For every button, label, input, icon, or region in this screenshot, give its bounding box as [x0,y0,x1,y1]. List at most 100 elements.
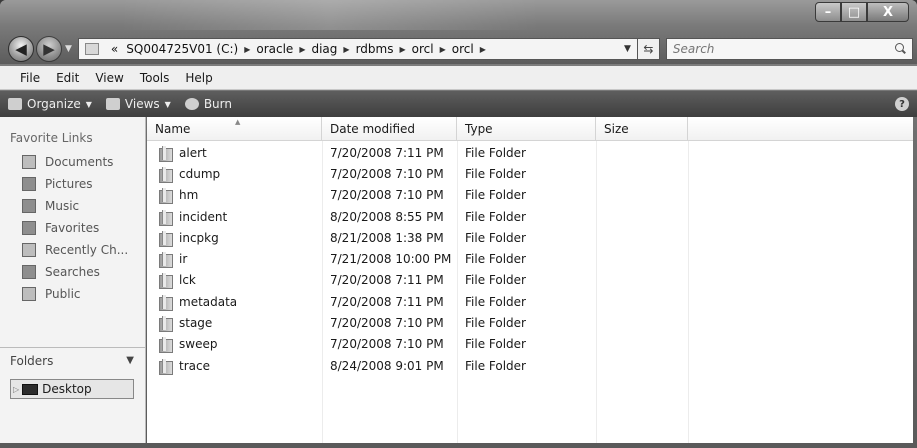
table-row[interactable]: hm 7/20/2008 7:10 PM File Folder [147,185,913,206]
back-button[interactable]: ◀ [8,36,34,62]
file-date: 7/20/2008 7:11 PM [330,294,444,309]
file-type: File Folder [465,230,526,245]
searches-icon [22,265,36,279]
tree-item-desktop[interactable]: ▷ Desktop [10,379,134,399]
menu-tools[interactable]: Tools [132,71,178,85]
column-header-date[interactable]: Date modified [322,117,457,140]
breadcrumb-drive[interactable]: SQ004725V01 (C:) [122,42,242,56]
chevron-right-icon[interactable]: ▶ [297,45,307,54]
favorite-favorites[interactable]: Favorites [0,217,145,239]
folders-toggle[interactable]: Folders ▼ [0,347,146,373]
file-name: sweep [179,337,218,352]
favorite-music[interactable]: Music [0,195,145,217]
help-icon[interactable]: ? [895,97,909,111]
table-row[interactable]: trace 8/24/2008 9:01 PM File Folder [147,355,913,376]
favorite-pictures[interactable]: Pictures [0,173,145,195]
chevron-right-icon[interactable]: ▶ [478,45,488,54]
folder-icon [84,43,99,55]
breadcrumb-rdbms[interactable]: rdbms [352,42,398,56]
views-button[interactable]: Views ▼ [105,97,171,111]
table-row[interactable]: incident 8/20/2008 8:55 PM File Folder [147,206,913,227]
breadcrumb-oracle[interactable]: oracle [252,42,297,56]
explorer-window: – □ X ◀ ▶ ▼ « SQ004725V01 (C:) ▶ oracle … [0,0,917,448]
file-date: 7/20/2008 7:10 PM [330,337,444,352]
file-date: 7/20/2008 7:10 PM [330,188,444,203]
table-row[interactable]: incpkg 8/21/2008 1:38 PM File Folder [147,227,913,248]
refresh-button[interactable]: ⇆ [637,38,660,60]
command-bar: Organize ▼ Views ▼ Burn ? [0,91,917,117]
column-header-name[interactable]: ▲ Name [147,117,322,140]
table-row[interactable]: alert 7/20/2008 7:11 PM File Folder [147,142,913,163]
table-row[interactable]: ir 7/21/2008 10:00 PM File Folder [147,248,913,269]
file-type: File Folder [465,209,526,224]
breadcrumb-orcl-current[interactable]: orcl [448,42,478,56]
file-type: File Folder [465,294,526,309]
folder-icon [159,145,173,162]
file-name: lck [179,273,196,288]
organize-button[interactable]: Organize ▼ [8,97,92,111]
breadcrumb: « SQ004725V01 (C:) ▶ oracle ▶ diag ▶ rdb… [107,42,488,56]
menu-file[interactable]: File [12,71,48,85]
desktop-icon [22,383,39,395]
table-row[interactable]: sweep 7/20/2008 7:10 PM File Folder [147,334,913,355]
favorite-recently-changed[interactable]: Recently Ch... [0,239,145,261]
search-box[interactable] [665,38,913,60]
organize-icon [8,98,22,110]
column-divider [322,141,323,443]
breadcrumb-orcl[interactable]: orcl [408,42,438,56]
table-row[interactable]: cdump 7/20/2008 7:10 PM File Folder [147,163,913,184]
address-bar[interactable]: « SQ004725V01 (C:) ▶ oracle ▶ diag ▶ rdb… [77,38,638,60]
search-icon[interactable] [894,43,906,55]
column-label: Name [155,121,191,136]
chevron-right-icon[interactable]: ▶ [242,45,252,54]
favorite-label: Public [45,287,81,301]
caption-buttons: – □ X [815,2,909,22]
table-row[interactable]: metadata 7/20/2008 7:11 PM File Folder [147,291,913,312]
column-headers: ▲ Name Date modified Type Size [147,117,913,141]
chevron-right-icon[interactable]: ▶ [341,45,351,54]
menu-edit[interactable]: Edit [48,71,87,85]
address-dropdown-icon[interactable]: ▼ [618,44,637,54]
file-name: incident [179,209,228,224]
public-icon [22,287,36,301]
column-label: Size [604,121,629,136]
table-row[interactable]: lck 7/20/2008 7:11 PM File Folder [147,270,913,291]
file-name: stage [179,316,213,331]
pictures-icon [22,177,36,191]
chevron-right-icon[interactable]: ▶ [438,45,448,54]
search-input[interactable] [672,42,894,56]
folder-icon [159,209,173,226]
expand-icon[interactable]: ▷ [13,385,19,394]
file-type: File Folder [465,252,526,267]
menu-view[interactable]: View [87,71,131,85]
column-label: Type [465,121,493,136]
file-type: File Folder [465,316,526,331]
file-date: 7/20/2008 7:11 PM [330,145,444,160]
forward-button[interactable]: ▶ [36,36,62,62]
favorite-searches[interactable]: Searches [0,261,145,283]
minimize-button[interactable]: – [815,2,841,22]
file-name: alert [179,145,207,160]
breadcrumb-diag[interactable]: diag [307,42,341,56]
folder-icon [159,294,173,311]
breadcrumb-overflow[interactable]: « [107,42,122,56]
favorite-label: Recently Ch... [45,243,129,257]
column-header-size[interactable]: Size [596,117,688,140]
favorite-public[interactable]: Public [0,283,145,305]
maximize-button[interactable]: □ [841,2,867,22]
menu-help[interactable]: Help [177,71,220,85]
folder-icon [159,337,173,354]
favorite-documents[interactable]: Documents [0,151,145,173]
chevron-right-icon[interactable]: ▶ [397,45,407,54]
file-name: metadata [179,294,238,309]
navigation-bar: ◀ ▶ ▼ « SQ004725V01 (C:) ▶ oracle ▶ diag… [8,35,913,63]
table-row[interactable]: stage 7/20/2008 7:10 PM File Folder [147,312,913,333]
file-list: ▲ Name Date modified Type Size alert 7/2… [147,117,913,443]
burn-button[interactable]: Burn [184,97,232,111]
file-type: File Folder [465,337,526,352]
file-date: 8/21/2008 1:38 PM [330,230,444,245]
close-button[interactable]: X [867,2,909,22]
column-header-type[interactable]: Type [457,117,596,140]
file-name: ir [179,252,188,267]
recent-pages-dropdown-icon[interactable]: ▼ [65,44,72,54]
